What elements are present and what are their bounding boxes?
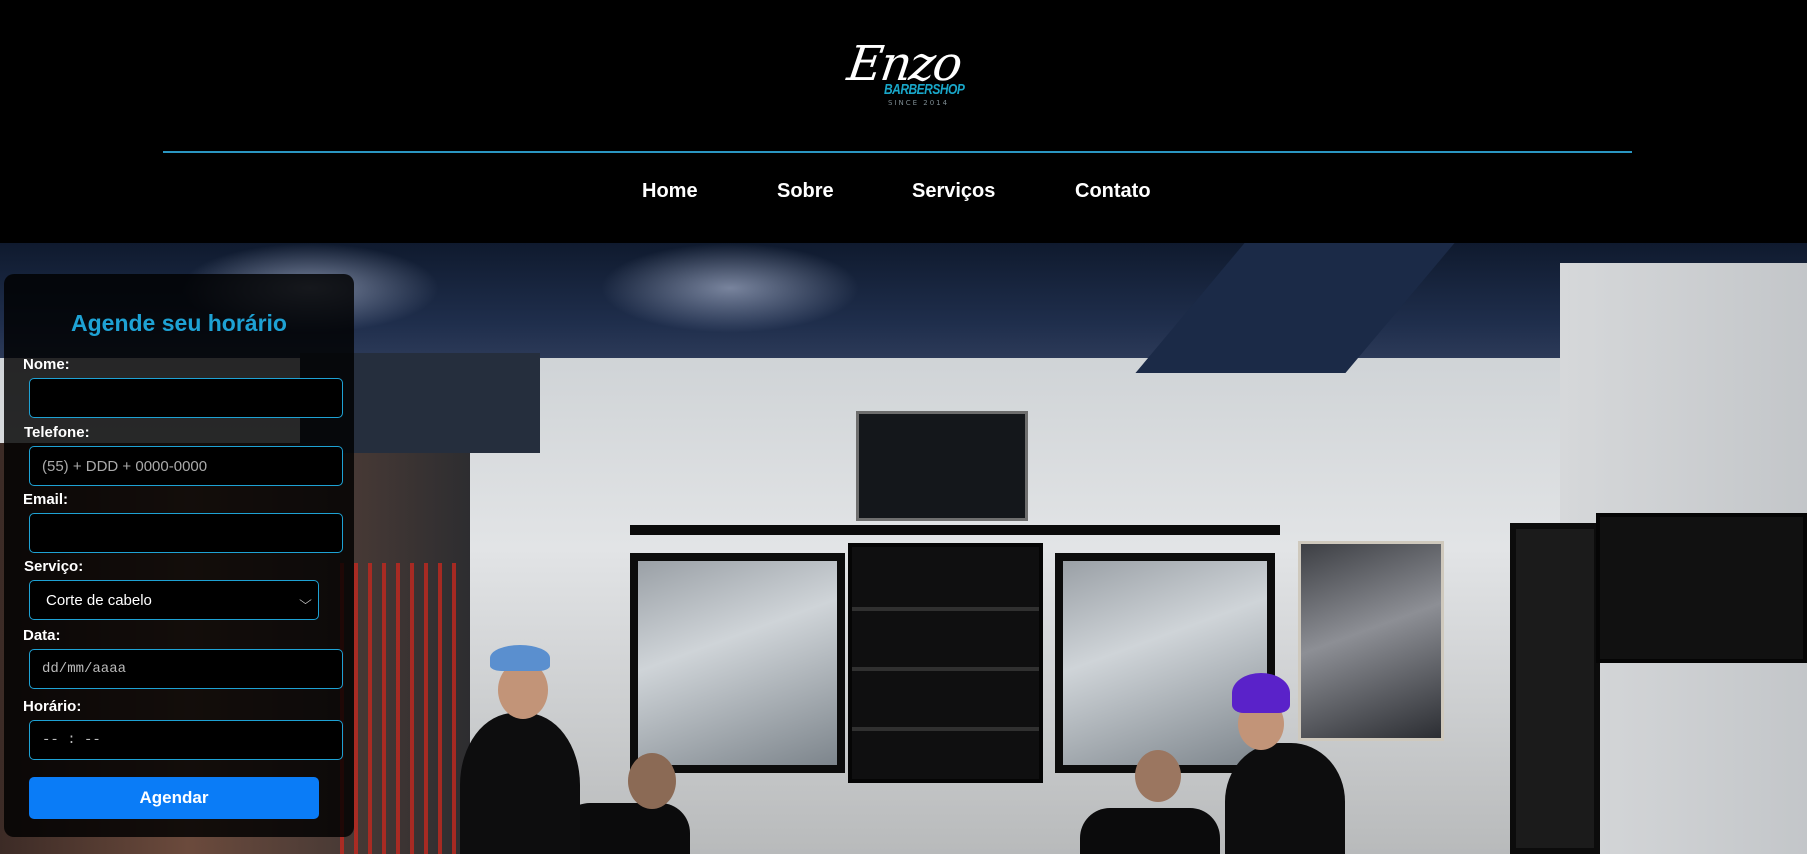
nav-sobre-link[interactable]: Sobre [777, 180, 834, 203]
photo-mirror-left [630, 553, 845, 773]
logo-since-text: SINCE 2014 [888, 99, 950, 107]
form-title: Agende seu horário [71, 310, 287, 336]
photo-chair [1080, 808, 1220, 854]
photo-barber-left [460, 713, 580, 854]
date-label: Data: [23, 627, 61, 644]
phone-placeholder: (55) + DDD + 0000-0000 [42, 457, 208, 475]
service-label: Serviço: [24, 558, 84, 575]
name-label: Nome: [23, 356, 70, 373]
booking-form: Agende seu horário Nome: Telefone: (55) … [4, 274, 354, 837]
photo-tv [856, 411, 1028, 521]
service-select[interactable]: Corte de cabelo ⌵ [29, 580, 319, 620]
brand-logo[interactable]: Enzo BARBERSHOP SINCE 2014 [844, 36, 965, 116]
time-label: Horário: [23, 698, 82, 715]
nav-contato-link[interactable]: Contato [1075, 180, 1151, 203]
date-input[interactable]: dd/mm/aaaa [29, 649, 343, 689]
photo-door [1510, 523, 1600, 854]
photo-barber-right [1225, 743, 1345, 854]
chevron-down-icon: ⌵ [299, 592, 312, 607]
phone-label: Telefone: [24, 424, 90, 441]
name-input[interactable] [29, 378, 343, 418]
photo-shelf-unit [848, 543, 1043, 783]
photo-poster [1298, 541, 1444, 741]
date-placeholder: dd/mm/aaaa [42, 661, 127, 677]
main-nav: Home Sobre Serviços Contato [0, 180, 1807, 210]
email-input[interactable] [29, 513, 343, 553]
agendar-button[interactable]: Agendar [29, 777, 319, 819]
nav-home-link[interactable]: Home [642, 180, 698, 203]
photo-red-gate [340, 563, 460, 854]
photo-ceiling-light [600, 243, 860, 333]
photo-blue-cap [490, 645, 550, 671]
service-selected-value: Corte de cabelo [46, 591, 152, 609]
header-divider [163, 151, 1632, 153]
time-input[interactable]: -- : -- [29, 720, 343, 760]
photo-right-shelf [1596, 513, 1807, 663]
phone-input[interactable]: (55) + DDD + 0000-0000 [29, 446, 343, 486]
logo-barbershop-text: BARBERSHOP [884, 80, 965, 98]
photo-light-rail [630, 525, 1280, 535]
photo-client-head [1135, 750, 1181, 802]
email-label: Email: [23, 491, 69, 508]
time-placeholder: -- : -- [42, 732, 101, 748]
photo-client-head [628, 753, 676, 809]
nav-servicos-link[interactable]: Serviços [912, 180, 995, 203]
site-header: Enzo BARBERSHOP SINCE 2014 Home Sobre Se… [0, 0, 1807, 243]
photo-purple-cap [1232, 673, 1290, 713]
